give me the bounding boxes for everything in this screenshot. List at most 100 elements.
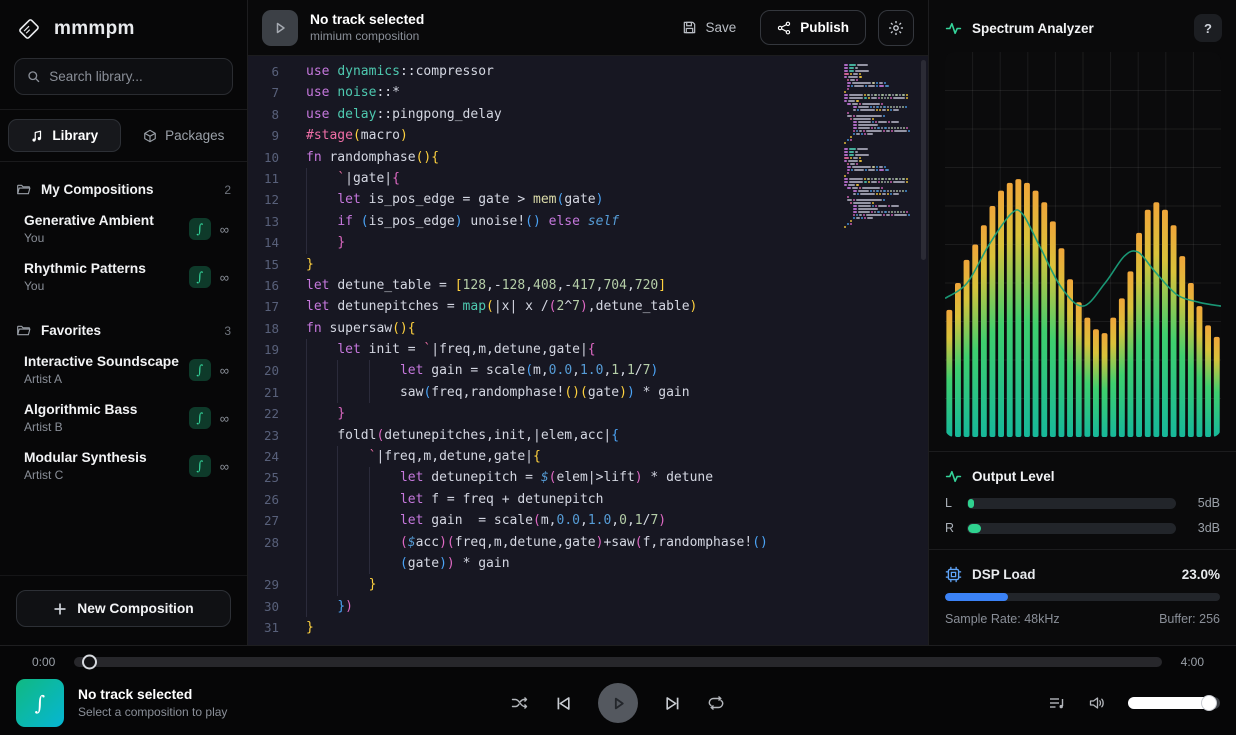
item-subtitle: Artist A [24, 372, 189, 386]
queue-button[interactable] [1048, 694, 1066, 712]
mimium-badge-icon: ∫ [189, 359, 211, 381]
seek-bar[interactable] [74, 657, 1162, 667]
item-title: Algorithmic Bass [24, 402, 189, 417]
editor-scrollbar[interactable] [921, 60, 926, 260]
speaker-icon [1088, 694, 1106, 712]
code-line: 12 let is_pos_edge = gate > mem(gate) [248, 189, 928, 210]
play-button[interactable] [598, 683, 638, 723]
tab-packages-label: Packages [165, 128, 224, 143]
section-count: 2 [224, 183, 231, 197]
composition-list-item[interactable]: Rhythmic Patterns You ∫ ∞ [8, 253, 239, 301]
shuffle-button[interactable] [511, 694, 529, 712]
sample-rate-label: Sample Rate: 48kHz [945, 612, 1060, 626]
previous-button[interactable] [555, 695, 572, 712]
output-level-title: Output Level [972, 469, 1220, 484]
package-icon [143, 129, 157, 143]
current-track-title: No track selected [310, 12, 424, 27]
code-line: 16 let detune_table = [128,-128,408,-417… [248, 275, 928, 296]
tab-packages[interactable]: Packages [129, 119, 240, 152]
code-line: 15 } [248, 254, 928, 275]
folder-icon [16, 182, 31, 197]
playback-controls [511, 683, 725, 723]
publish-label: Publish [800, 20, 849, 35]
repeat-icon [707, 694, 725, 712]
code-line: (gate)) * gain [248, 553, 928, 574]
level-meter-track [967, 523, 1176, 534]
app-window: mmmpm Library [0, 0, 1236, 735]
composition-list-item[interactable]: Generative Ambient You ∫ ∞ [8, 205, 239, 253]
sidebar-lists: My Compositions 2 Generative Ambient You… [0, 162, 247, 575]
infinity-icon: ∞ [220, 363, 229, 378]
level-meter-row: R 3dB [945, 521, 1220, 535]
repeat-button[interactable] [707, 694, 725, 712]
code-line: 18 fn supersaw(){ [248, 318, 928, 339]
publish-button[interactable]: Publish [760, 10, 866, 45]
search-icon [27, 69, 40, 84]
spectrum-analyzer-chart [945, 52, 1221, 437]
code-line: 9 #stage(macro) [248, 125, 928, 146]
code-line: 22 } [248, 403, 928, 424]
composition-list-item[interactable]: Interactive Soundscape Artist A ∫ ∞ [8, 346, 239, 394]
next-button[interactable] [664, 695, 681, 712]
code-line: 7 use noise::* [248, 82, 928, 103]
mimium-badge-icon: ∫ [189, 455, 211, 477]
code-line: 23 foldl(detunepitches,init,|elem,acc|{ [248, 425, 928, 446]
current-track-subtitle: mimium composition [310, 29, 424, 43]
volume-knob[interactable] [1201, 695, 1217, 711]
code-line: 11 `|gate|{ [248, 168, 928, 189]
header-play-button[interactable] [262, 10, 298, 46]
item-title: Interactive Soundscape [24, 354, 189, 369]
code-lines: 6 use dynamics::compressor 7 use noise::… [248, 56, 928, 645]
search-input[interactable] [49, 69, 220, 84]
tab-library[interactable]: Library [8, 119, 121, 152]
meter-channel-label: L [945, 496, 957, 510]
brand: mmmpm [0, 0, 247, 56]
buffer-label: Buffer: 256 [1159, 612, 1220, 626]
album-art: ∫ [16, 679, 64, 727]
player-track-title: No track selected [78, 687, 227, 702]
dsp-load-value: 23.0% [1182, 567, 1220, 582]
item-subtitle: Artist C [24, 468, 189, 482]
code-line: 20 let gain = scale(m,0.0,1.0,1,1/7) [248, 360, 928, 381]
search-box[interactable] [14, 58, 233, 95]
composition-list-item[interactable]: Modular Synthesis Artist C ∫ ∞ [8, 442, 239, 490]
editor-minimap[interactable] [844, 64, 914, 232]
new-composition-button[interactable]: New Composition [16, 590, 231, 627]
code-line: 28 ($acc)(freq,m,detune,gate)+saw(f,rand… [248, 532, 928, 553]
volume-slider[interactable] [1128, 697, 1220, 709]
folder-icon [16, 323, 31, 338]
item-subtitle: You [24, 279, 189, 293]
dsp-load-section: DSP Load 23.0% Sample Rate: 48kHz Buffer… [929, 550, 1236, 638]
meter-channel-label: R [945, 521, 957, 535]
plus-icon [53, 602, 67, 616]
share-icon [777, 21, 791, 35]
code-line: 13 if (is_pos_edge) unoise!() else self [248, 211, 928, 232]
item-title: Modular Synthesis [24, 450, 189, 465]
code-editor[interactable]: 6 use dynamics::compressor 7 use noise::… [248, 56, 928, 645]
skip-forward-icon [664, 695, 681, 712]
save-button[interactable]: Save [670, 12, 748, 43]
code-line: 17 let detunepitches = map(|x| x /(2^7),… [248, 296, 928, 317]
new-composition-label: New Composition [77, 601, 194, 616]
code-line: 25 let detunepitch = $(elem|>lift) * det… [248, 467, 928, 488]
item-title: Rhythmic Patterns [24, 261, 189, 276]
section-title: My Compositions [41, 182, 214, 197]
output-level-section: Output Level L 5dB R 3dB [929, 452, 1236, 549]
settings-button[interactable] [878, 10, 914, 46]
infinity-icon: ∞ [220, 270, 229, 285]
section-header[interactable]: My Compositions 2 [8, 172, 239, 205]
seek-knob[interactable] [82, 655, 97, 670]
app-title: mmmpm [54, 18, 135, 40]
dsp-load-title: DSP Load [972, 567, 1172, 582]
tab-library-label: Library [52, 128, 98, 143]
composition-list-item[interactable]: Algorithmic Bass Artist B ∫ ∞ [8, 394, 239, 442]
item-subtitle: Artist B [24, 420, 189, 434]
section-header[interactable]: Favorites 3 [8, 313, 239, 346]
dsp-load-bar [945, 593, 1220, 601]
help-button[interactable]: ? [1194, 14, 1222, 42]
editor-topbar: No track selected mimium composition Sav… [248, 0, 928, 56]
app-logo-icon [16, 16, 42, 42]
save-icon [682, 20, 697, 35]
volume-button[interactable] [1088, 694, 1106, 712]
code-line: 27 let gain = scale(m,0.0,1.0,0,1/7) [248, 510, 928, 531]
